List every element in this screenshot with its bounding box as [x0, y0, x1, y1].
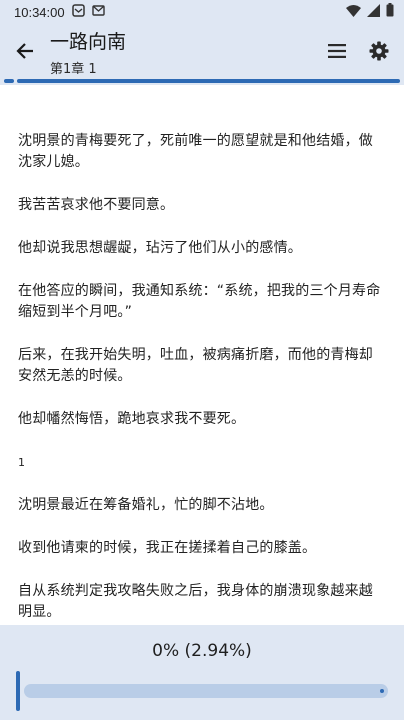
arrow-back-icon — [16, 43, 33, 59]
paragraph: 后来，在我开始失明，吐血，被病痛折磨，而他的青梅却安然无恙的时候。 — [18, 347, 373, 384]
chapter-progress-track — [17, 79, 400, 83]
section-number: 1 — [18, 456, 26, 469]
progress-slider-end — [380, 689, 384, 693]
chapter-progress-bar — [0, 78, 404, 85]
paragraph: 他却幡然悔悟，跪地哀求我不要死。 — [18, 411, 246, 427]
battery-icon — [386, 3, 394, 21]
chapter-progress-start — [4, 79, 14, 83]
paragraph: 在他答应的瞬间，我通知系统：“系统，把我的三个月寿命缩短到半个月吧。” — [18, 283, 381, 320]
menu-icon — [328, 44, 346, 58]
title-group: 一路向南 第1章 1 — [50, 26, 316, 77]
book-title: 一路向南 — [50, 30, 127, 53]
reading-progress-panel: 0% (2.94%) — [0, 625, 404, 720]
app-bar: 一路向南 第1章 1 — [0, 24, 404, 78]
paragraph: 沈明景的青梅要死了，死前唯一的愿望就是和他结婚，做沈家儿媳。 — [18, 133, 373, 170]
signal-icon — [367, 3, 380, 21]
gear-icon — [369, 41, 389, 61]
reading-content[interactable]: 沈明景的青梅要死了，死前唯一的愿望就是和他结婚，做沈家儿媳。 我苦苦哀求他不要同… — [0, 85, 404, 625]
paragraph: 收到他请柬的时候，我正在搓揉着自己的膝盖。 — [18, 540, 317, 556]
chapter-subtitle: 第1章 1 — [50, 61, 97, 77]
settings-button[interactable] — [358, 24, 400, 78]
back-button[interactable] — [0, 24, 50, 78]
paragraph: 沈明景最近在筹备婚礼，忙的脚不沾地。 — [18, 497, 274, 513]
progress-percentage: 0% (2.94%) — [152, 641, 252, 661]
table-of-contents-button[interactable] — [316, 24, 358, 78]
status-bar: 10:34:00 — [0, 0, 404, 24]
status-time: 10:34:00 — [14, 4, 65, 20]
mail-icon — [91, 4, 105, 20]
paragraph: 我苦苦哀求他不要同意。 — [18, 197, 175, 213]
wifi-icon — [346, 4, 361, 21]
notification-icon — [71, 3, 85, 21]
paragraph: 他却说我思想龌龊，玷污了他们从小的感情。 — [18, 240, 302, 256]
progress-slider-thumb[interactable] — [16, 671, 20, 711]
paragraph: 自从系统判定我攻略失败之后，我身体的崩溃现象越来越明显。 — [18, 583, 373, 620]
progress-slider[interactable] — [24, 684, 388, 698]
